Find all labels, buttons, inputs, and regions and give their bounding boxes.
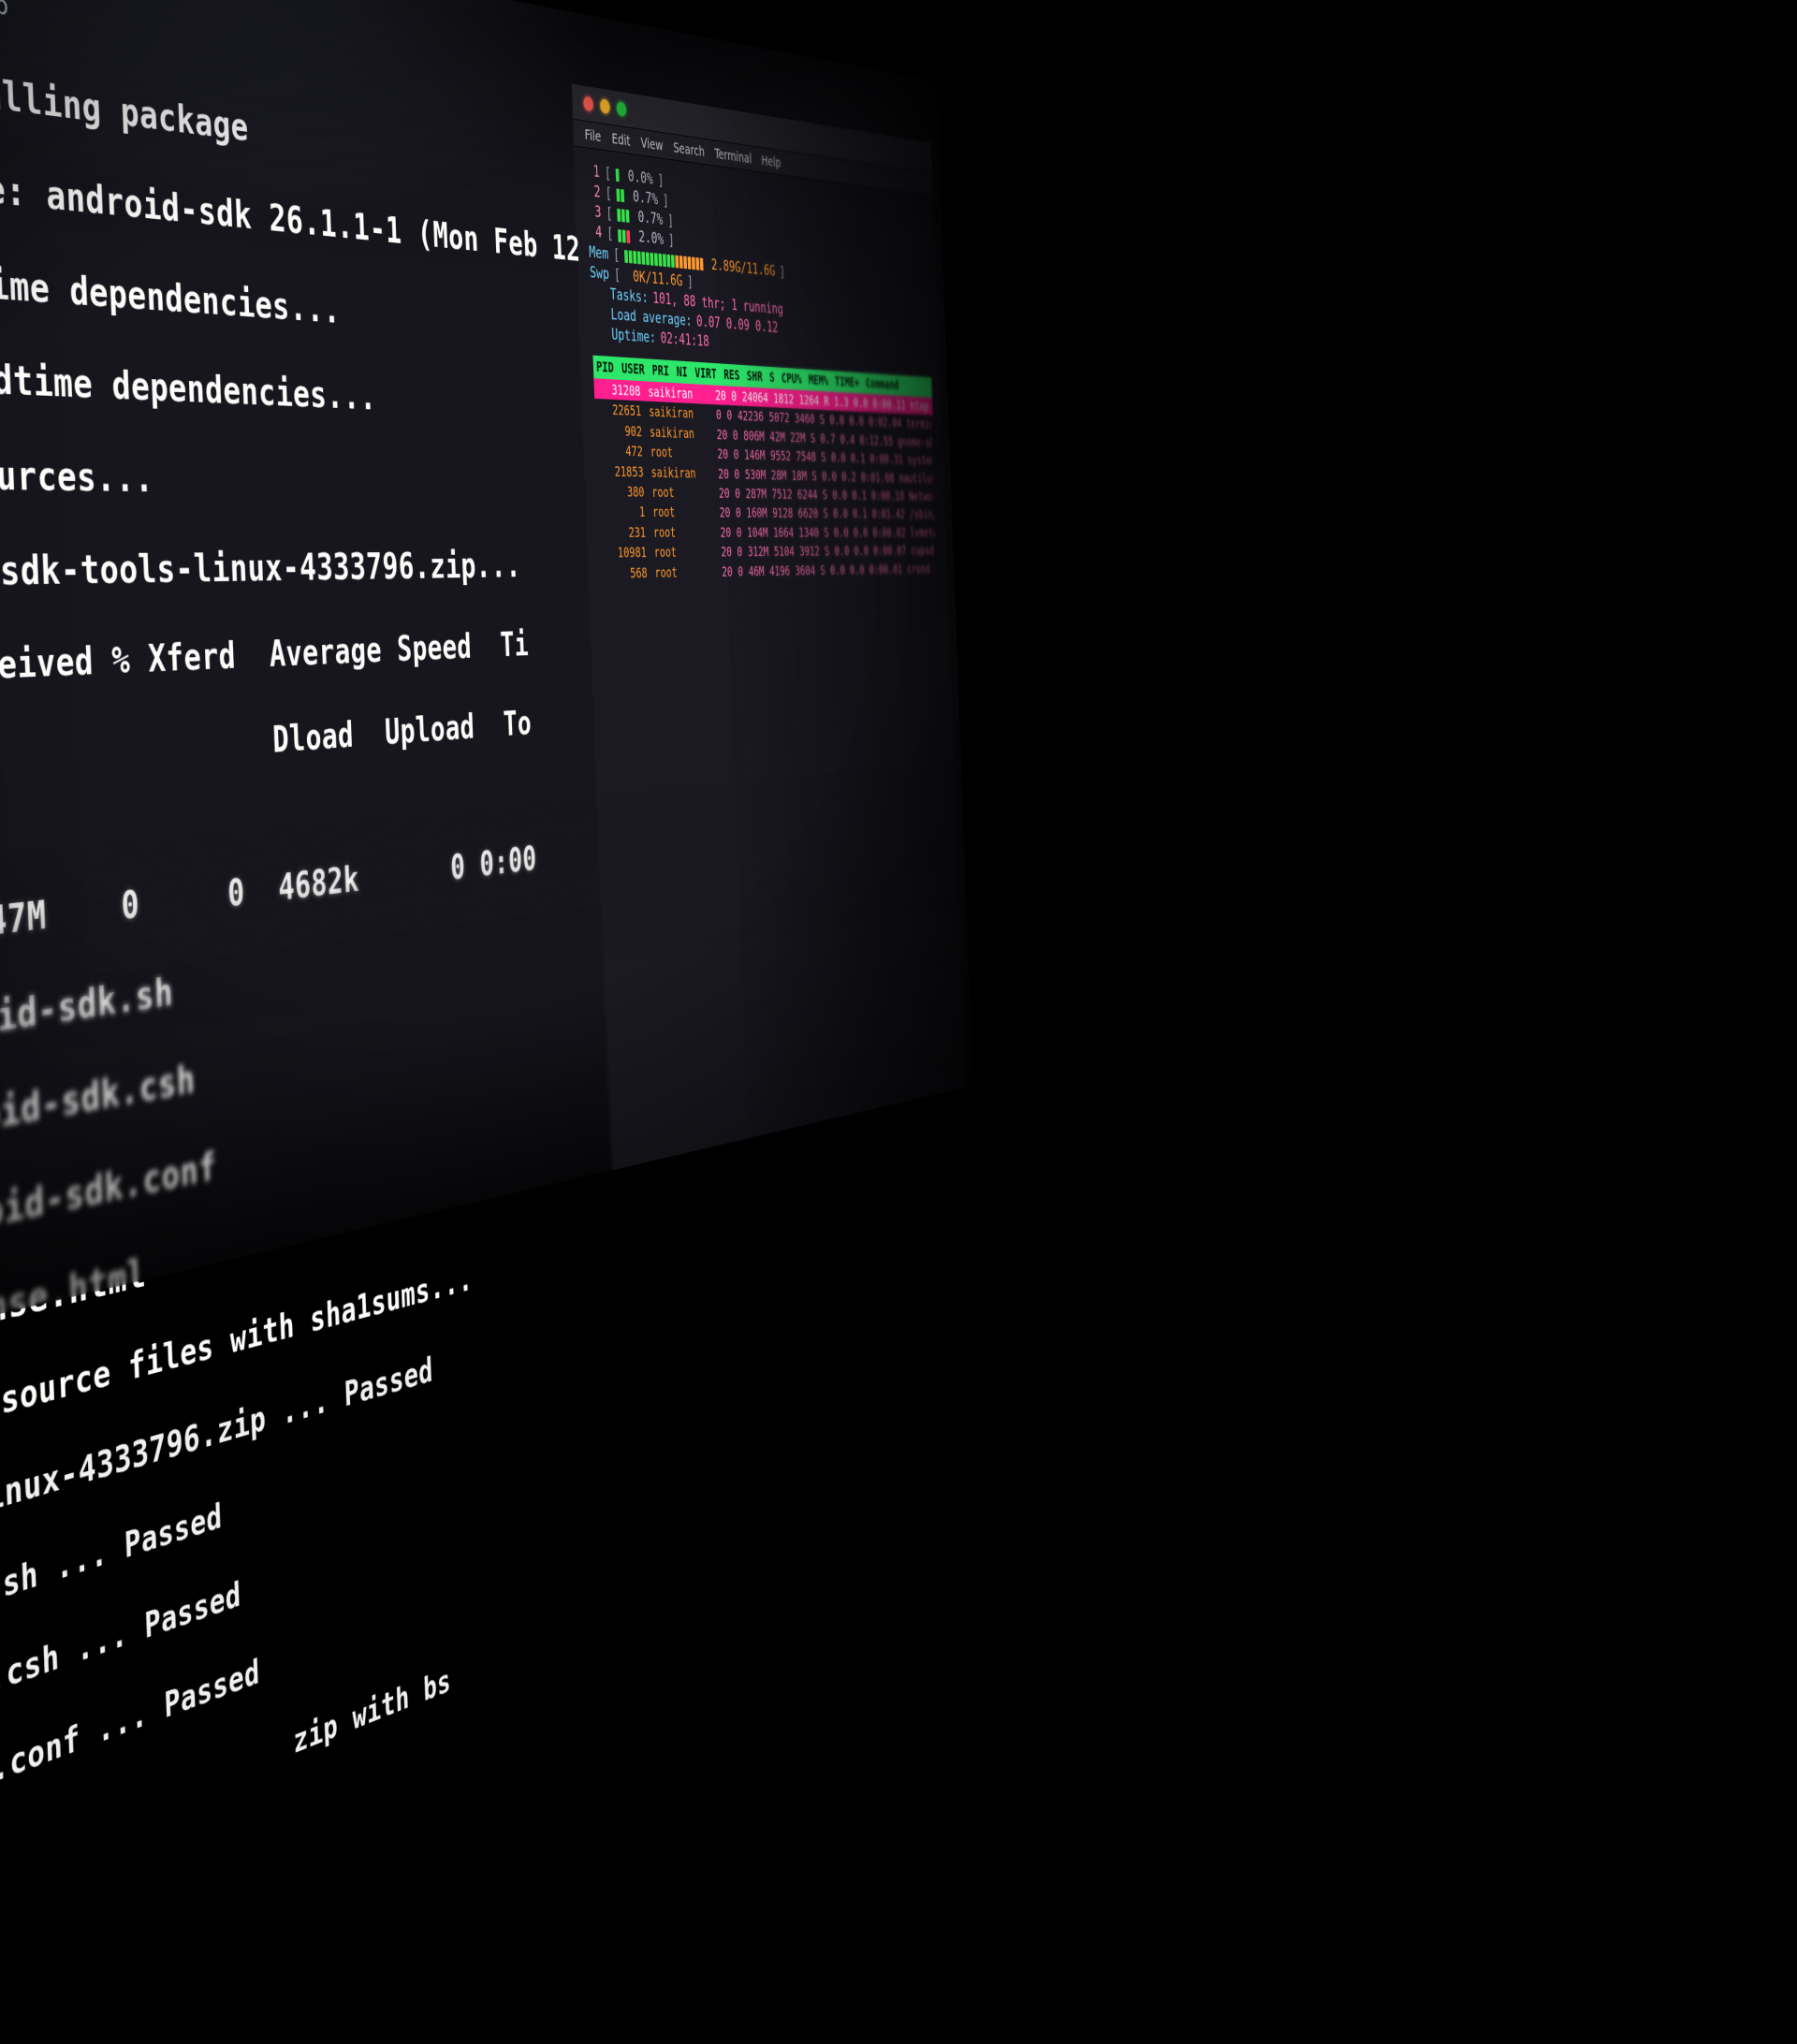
menu-search[interactable]: Search xyxy=(673,139,705,160)
col-pid[interactable]: PID xyxy=(596,358,615,377)
col-pri[interactable]: PRI xyxy=(651,361,669,380)
process-row[interactable]: 231 root 20 0 104M 1664 1340 S 0.0 0.0 0… xyxy=(599,522,937,543)
menu-file[interactable]: File xyxy=(584,125,601,145)
col-ni[interactable]: NI xyxy=(676,363,688,382)
htop-terminal[interactable]: File Edit View Search Terminal Help 1 [ … xyxy=(572,84,966,1171)
col-shr[interactable]: SHR xyxy=(747,368,763,387)
term-line: nd installing package xyxy=(0,48,610,195)
curl-header: Dload Upload To xyxy=(0,698,631,793)
process-row[interactable]: 568 root 20 0 46M 4196 3604 S 0.0 0.0 0:… xyxy=(601,559,939,583)
menu-help[interactable]: Help xyxy=(0,0,9,22)
menu-terminal[interactable]: Terminal xyxy=(714,145,752,167)
col-res[interactable]: RES xyxy=(723,366,740,385)
menu-edit[interactable]: Edit xyxy=(611,129,631,149)
process-table[interactable]: 31208 saikiran 20 0 24064 1812 1264 R 1.… xyxy=(593,378,939,583)
minimize-icon[interactable] xyxy=(600,98,610,114)
term-line: ving sources... xyxy=(0,447,621,505)
col-s[interactable]: S xyxy=(769,369,775,387)
menu-view[interactable]: View xyxy=(640,134,663,154)
close-icon[interactable] xyxy=(583,95,593,111)
process-row[interactable]: 1 root 20 0 160M 9128 6620 S 0.0 0.1 0:0… xyxy=(598,502,937,523)
col-command[interactable]: Command xyxy=(866,375,899,394)
col-user[interactable]: USER xyxy=(621,359,645,379)
build-terminal[interactable]: Help nd installing package package: andr… xyxy=(0,0,667,1421)
curl-header: % Received % Xferd Average Speed Ti xyxy=(0,622,628,695)
col-time+[interactable]: TIME+ xyxy=(835,373,860,392)
term-line: ng buildtime dependencies... xyxy=(0,348,619,429)
col-mem%[interactable]: MEM% xyxy=(808,372,828,389)
menu-help[interactable]: Help xyxy=(761,152,782,170)
col-virt[interactable]: VIRT xyxy=(694,364,717,383)
maximize-icon[interactable] xyxy=(617,101,627,117)
htop-body: 1 [ 0.0%] 2 [ 0.7%] 3 [ 0.7%] 4 [ 2.0%] … xyxy=(575,146,947,583)
col-cpu%[interactable]: CPU% xyxy=(782,370,802,388)
term-line: oading sdk-tools-linux-4333796.zip... xyxy=(0,545,624,598)
